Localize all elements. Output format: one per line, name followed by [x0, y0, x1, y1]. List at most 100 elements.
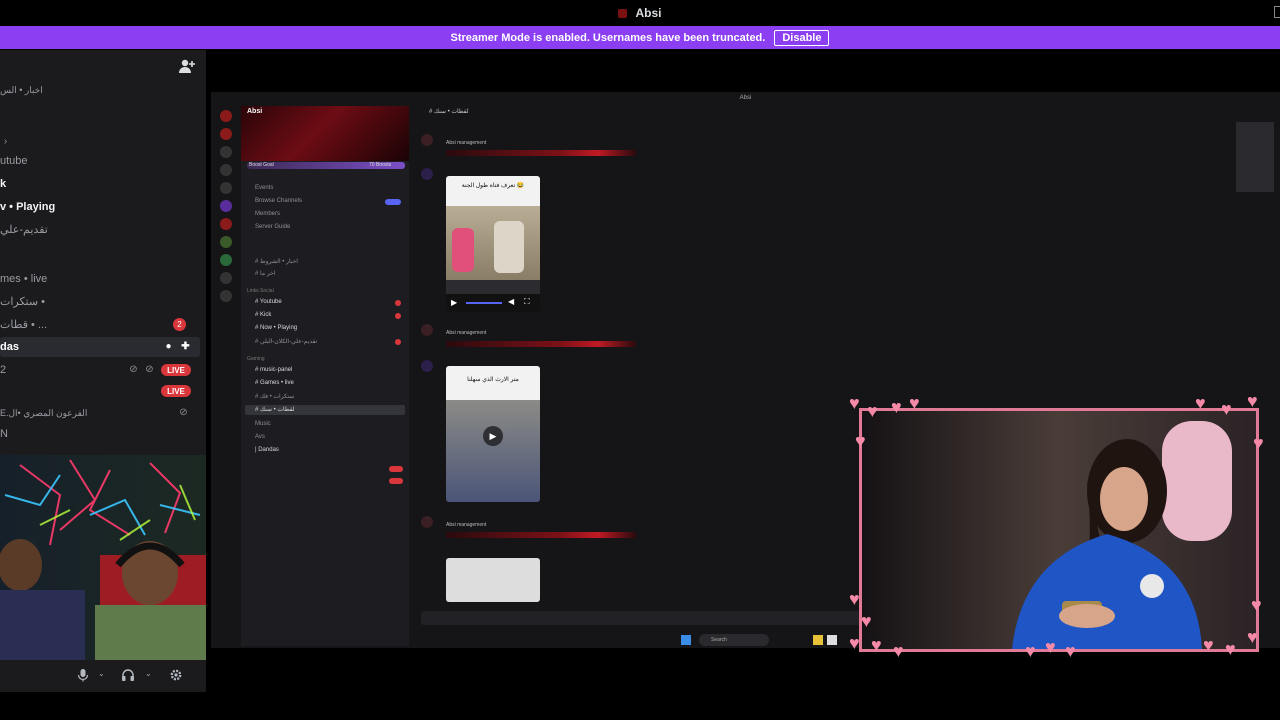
channel-item[interactable]: | Dandas — [255, 447, 279, 453]
video-attachment[interactable]: تعرف فتاة طول الجنة 😂 ▶ ◀ ⛶ — [446, 176, 540, 312]
sidebar-item-stickers[interactable]: ستكرات • — [0, 293, 45, 309]
chevron-down-icon[interactable]: ⌄ — [145, 669, 153, 678]
video-caption: تعرف فتاة طول الجنة 😂 — [446, 176, 540, 206]
video-attachment[interactable]: متر الارث الذي سهلنا ▶ — [446, 366, 540, 502]
message-author: Absi management — [446, 522, 487, 528]
channel-sidebar: اخبار • الس › utube k v • Playing تقديم-… — [0, 50, 206, 455]
channel-item[interactable]: # music-panel — [255, 367, 292, 373]
server-rail — [215, 106, 237, 306]
heart-icon: ♥ — [849, 589, 860, 609]
window-control-icon[interactable] — [1274, 6, 1280, 18]
heart-icon: ♥ — [871, 635, 882, 655]
mic-muted-icon: ⊘ — [179, 407, 188, 418]
window-title: Absi — [635, 6, 662, 20]
webcam-right: ♥ ♥ ♥ ♥ ♥ ♥ ♥ ♥ ♥ ♥ ♥ ♥ ♥ ♥ ♥ ♥ ♥ ♥ ♥ ♥ … — [849, 392, 1269, 661]
server-icon[interactable] — [220, 200, 232, 212]
heart-icon: ♥ — [849, 393, 860, 413]
taskbar-search[interactable]: Search — [699, 634, 769, 646]
heart-icon: ♥ — [1195, 393, 1206, 413]
server-icon[interactable] — [220, 290, 232, 302]
play-icon[interactable]: ▶ — [451, 298, 457, 307]
app-icon — [618, 8, 628, 18]
server-name[interactable]: Absi — [247, 108, 262, 115]
channel-item[interactable]: Music — [255, 421, 271, 427]
windows-start-icon[interactable] — [681, 635, 691, 645]
app-taskbar-icon[interactable] — [827, 635, 837, 645]
redacted-text — [446, 150, 636, 156]
add-member-icon[interactable] — [178, 58, 196, 74]
nav-members[interactable]: Members — [255, 211, 280, 217]
channel-item[interactable]: Avs — [255, 434, 265, 440]
server-banner — [241, 106, 409, 161]
sidebar-item-apply[interactable]: تقديم-علي — [0, 221, 48, 237]
sidebar-item-now-playing[interactable]: v • Playing — [0, 199, 55, 215]
play-icon[interactable]: ▶ — [483, 426, 503, 446]
new-badge — [385, 199, 401, 205]
webcam-right-frame — [859, 408, 1259, 652]
sidebar-item-youtube[interactable]: utube — [0, 153, 28, 169]
server-icon[interactable] — [220, 128, 232, 140]
mini-video-thumbnail[interactable] — [1236, 122, 1274, 192]
nav-events[interactable]: Events — [255, 185, 273, 191]
gear-icon[interactable] — [169, 668, 183, 682]
headphones-icon[interactable] — [121, 668, 135, 682]
live-badge: LIVE — [161, 364, 191, 376]
channel-item[interactable]: # اخبار • الشروط — [255, 258, 298, 265]
volume-icon[interactable]: ◀ — [508, 297, 514, 306]
nav-server-guide[interactable]: Server Guide — [255, 224, 290, 230]
chat-icon[interactable]: ● — [163, 341, 174, 352]
server-icon[interactable] — [220, 146, 232, 158]
sidebar-item-clips[interactable]: قطات • ... 2 — [0, 316, 200, 332]
heart-icon: ♥ — [849, 633, 860, 653]
server-icon[interactable] — [220, 164, 232, 176]
channel-item[interactable]: # لقطات • سنك — [255, 406, 295, 413]
server-icon[interactable] — [220, 272, 232, 284]
channel-item[interactable]: # Games • live — [255, 380, 294, 386]
streamer-mode-message: Streamer Mode is enabled. Usernames have… — [450, 31, 766, 44]
microphone-icon[interactable] — [76, 668, 90, 682]
channel-item[interactable]: # Youtube — [255, 299, 282, 305]
sidebar-item-dandas[interactable]: das ● ✚ — [0, 337, 200, 357]
channel-category[interactable]: Links Social — [247, 288, 274, 294]
heart-icon: ♥ — [1225, 639, 1236, 659]
live-badge: LIVE — [161, 385, 191, 397]
live-badge — [389, 466, 403, 472]
channel-item[interactable]: # Kick — [255, 312, 271, 318]
heart-icon: ♥ — [1065, 641, 1076, 661]
video-controls[interactable]: ▶ ◀ ⛶ — [446, 294, 540, 312]
server-icon[interactable] — [220, 218, 232, 230]
channel-item[interactable]: # اخر ما — [255, 270, 275, 277]
invite-icon[interactable]: ✚ — [180, 341, 191, 352]
server-icon[interactable] — [220, 110, 232, 122]
channel-header: # لقطات • سنك — [429, 109, 469, 115]
nav-browse-channels[interactable]: Browse Channels — [255, 198, 302, 204]
boost-count: 70 Boosts — [369, 162, 392, 168]
window-titlebar: Absi — [0, 0, 1280, 26]
user-controls-bar: ⌄ ⌄ — [0, 660, 206, 692]
image-attachment[interactable] — [446, 558, 540, 602]
sidebar-header-text: اخبار • الس — [0, 84, 43, 95]
heart-icon: ♥ — [855, 431, 866, 451]
channel-item[interactable]: # تقديم-علي-الكلان-البلي — [255, 338, 317, 345]
chevron-down-icon[interactable]: ⌄ — [98, 669, 106, 678]
sidebar-item-kick[interactable]: k — [0, 176, 6, 192]
file-explorer-icon[interactable] — [813, 635, 823, 645]
video-progress[interactable] — [466, 302, 502, 304]
disable-streamer-mode-button[interactable]: Disable — [774, 29, 830, 46]
server-icon[interactable] — [220, 182, 232, 194]
heart-icon: ♥ — [909, 393, 920, 413]
avatar — [421, 324, 433, 336]
heart-icon: ♥ — [891, 397, 902, 417]
heart-icon: ♥ — [1247, 391, 1258, 411]
fullscreen-icon[interactable]: ⛶ — [524, 297, 530, 307]
channel-item[interactable]: # Now • Playing — [255, 325, 297, 331]
heart-icon: ♥ — [1251, 595, 1262, 615]
channel-category[interactable]: Gaming — [247, 356, 265, 362]
heart-icon: ♥ — [861, 611, 872, 631]
channel-item[interactable]: # ستكرات • فك — [255, 393, 294, 400]
mic-muted-icon: ⊘ — [129, 364, 138, 375]
server-icon[interactable] — [220, 254, 232, 266]
heart-icon: ♥ — [1203, 635, 1214, 655]
sidebar-item-games-live[interactable]: mes • live — [0, 271, 47, 287]
server-icon[interactable] — [220, 236, 232, 248]
